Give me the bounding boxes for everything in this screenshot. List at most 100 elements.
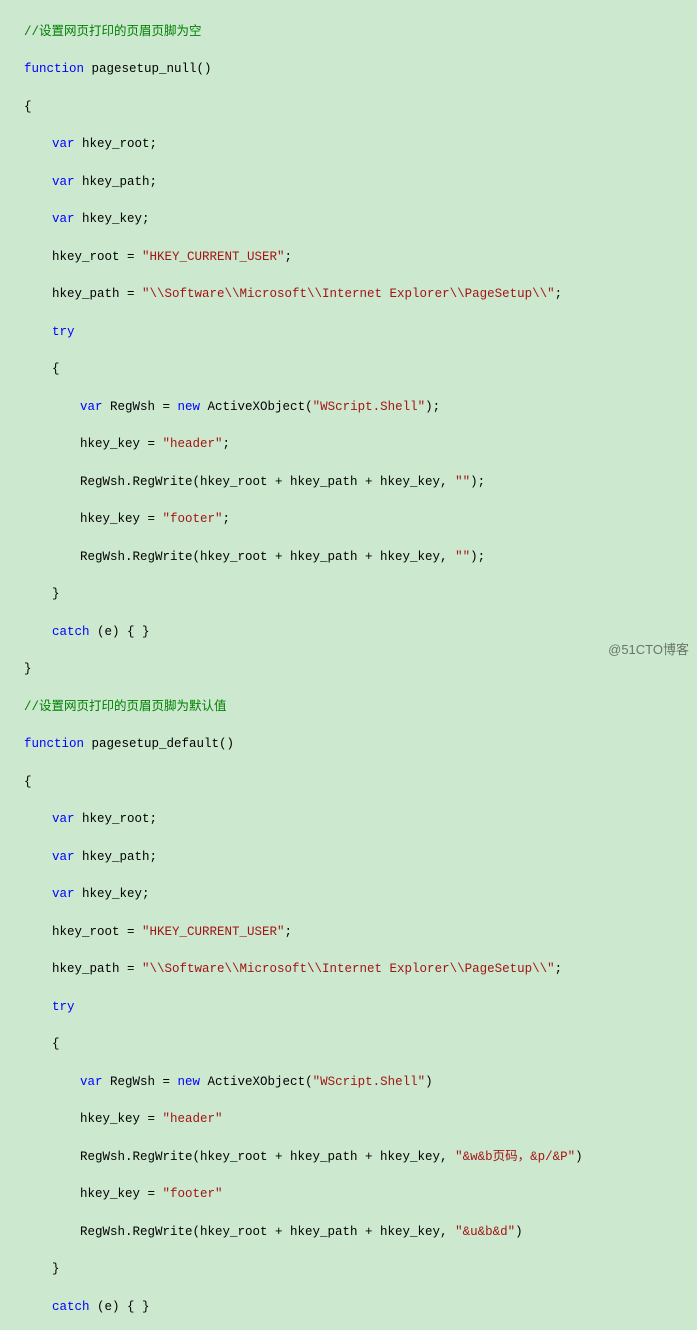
var-name: hkey_root; xyxy=(75,137,158,151)
code-line: //设置网页打印的页眉页脚为空 xyxy=(0,23,697,42)
code-line: function pagesetup_default() xyxy=(0,735,697,754)
keyword-var: var xyxy=(52,137,75,151)
assign-lhs: hkey_key = xyxy=(80,1112,163,1126)
string-literal: "footer" xyxy=(163,1187,223,1201)
method-call: RegWsh.RegWrite(hkey_root + hkey_path + … xyxy=(80,1150,455,1164)
call-close: ); xyxy=(470,475,485,489)
code-line: //设置网页打印的页眉页脚为默认值 xyxy=(0,698,697,717)
assign-lhs: hkey_key = xyxy=(80,512,163,526)
semicolon: ; xyxy=(223,437,231,451)
keyword-try: try xyxy=(52,325,75,339)
keyword-var: var xyxy=(52,212,75,226)
brace-open: { xyxy=(52,362,60,376)
code-line: try xyxy=(0,323,697,342)
code-line: hkey_key = "header"; xyxy=(0,435,697,454)
call-close: ) xyxy=(515,1225,523,1239)
code-line: hkey_path = "\\Software\\Microsoft\\Inte… xyxy=(0,960,697,979)
call-close: ); xyxy=(425,400,440,414)
catch-body: (e) { } xyxy=(90,625,150,639)
code-line: catch (e) { } xyxy=(0,1298,697,1317)
code-line: { xyxy=(0,360,697,379)
string-literal: "" xyxy=(455,475,470,489)
comment: //设置网页打印的页眉页脚为默认值 xyxy=(24,700,227,714)
semicolon: ; xyxy=(555,962,563,976)
var-name: hkey_path; xyxy=(75,175,158,189)
keyword-var: var xyxy=(52,175,75,189)
code-line: { xyxy=(0,98,697,117)
semicolon: ; xyxy=(285,925,293,939)
code-line: RegWsh.RegWrite(hkey_root + hkey_path + … xyxy=(0,1148,697,1167)
code-line: { xyxy=(0,1035,697,1054)
code-line: hkey_key = "footer" xyxy=(0,1185,697,1204)
string-literal: "header" xyxy=(163,1112,223,1126)
code-line: hkey_root = "HKEY_CURRENT_USER"; xyxy=(0,923,697,942)
string-literal: "\\Software\\Microsoft\\Internet Explore… xyxy=(142,287,555,301)
code-line: var hkey_path; xyxy=(0,173,697,192)
string-literal: "\\Software\\Microsoft\\Internet Explore… xyxy=(142,962,555,976)
assign-lhs: RegWsh = xyxy=(103,1075,178,1089)
keyword-new: new xyxy=(178,400,201,414)
string-literal: "footer" xyxy=(163,512,223,526)
method-call: RegWsh.RegWrite(hkey_root + hkey_path + … xyxy=(80,550,455,564)
keyword-catch: catch xyxy=(52,1300,90,1314)
assign-lhs: RegWsh = xyxy=(103,400,178,414)
code-line: } xyxy=(0,585,697,604)
keyword-var: var xyxy=(80,1075,103,1089)
code-line: hkey_key = "footer"; xyxy=(0,510,697,529)
code-line: } xyxy=(0,660,697,679)
keyword-try: try xyxy=(52,1000,75,1014)
code-line: var hkey_root; xyxy=(0,810,697,829)
code-line: var RegWsh = new ActiveXObject("WScript.… xyxy=(0,1073,697,1092)
brace-open: { xyxy=(24,775,32,789)
string-literal: "&w&b页码，&p/&P" xyxy=(455,1150,575,1164)
code-block: //设置网页打印的页眉页脚为空 function pagesetup_null(… xyxy=(0,0,697,1330)
keyword-function: function xyxy=(24,62,84,76)
catch-body: (e) { } xyxy=(90,1300,150,1314)
code-line: RegWsh.RegWrite(hkey_root + hkey_path + … xyxy=(0,1223,697,1242)
string-literal: "WScript.Shell" xyxy=(313,1075,426,1089)
semicolon: ; xyxy=(555,287,563,301)
comment: //设置网页打印的页眉页脚为空 xyxy=(24,25,202,39)
string-literal: "" xyxy=(455,550,470,564)
code-line: hkey_root = "HKEY_CURRENT_USER"; xyxy=(0,248,697,267)
brace-close: } xyxy=(52,1262,60,1276)
var-name: hkey_path; xyxy=(75,850,158,864)
call-close: ) xyxy=(575,1150,583,1164)
ctor-call: ActiveXObject( xyxy=(200,400,313,414)
code-line: hkey_path = "\\Software\\Microsoft\\Inte… xyxy=(0,285,697,304)
fn-name: pagesetup_null() xyxy=(84,62,212,76)
keyword-new: new xyxy=(178,1075,201,1089)
assign-lhs: hkey_key = xyxy=(80,437,163,451)
code-line: RegWsh.RegWrite(hkey_root + hkey_path + … xyxy=(0,473,697,492)
ctor-call: ActiveXObject( xyxy=(200,1075,313,1089)
assign-lhs: hkey_path = xyxy=(52,287,142,301)
string-literal: "HKEY_CURRENT_USER" xyxy=(142,925,285,939)
semicolon: ; xyxy=(223,512,231,526)
code-line: var hkey_key; xyxy=(0,885,697,904)
keyword-var: var xyxy=(52,850,75,864)
keyword-function: function xyxy=(24,737,84,751)
code-line: var RegWsh = new ActiveXObject("WScript.… xyxy=(0,398,697,417)
string-literal: "WScript.Shell" xyxy=(313,400,426,414)
assign-lhs: hkey_key = xyxy=(80,1187,163,1201)
brace-close: } xyxy=(24,662,32,676)
var-name: hkey_root; xyxy=(75,812,158,826)
assign-lhs: hkey_root = xyxy=(52,250,142,264)
var-name: hkey_key; xyxy=(75,212,150,226)
code-line: function pagesetup_null() xyxy=(0,60,697,79)
code-line: } xyxy=(0,1260,697,1279)
call-close: ); xyxy=(470,550,485,564)
method-call: RegWsh.RegWrite(hkey_root + hkey_path + … xyxy=(80,475,455,489)
code-line: var hkey_path; xyxy=(0,848,697,867)
brace-open: { xyxy=(24,100,32,114)
keyword-var: var xyxy=(52,887,75,901)
code-line: catch (e) { } xyxy=(0,623,697,642)
keyword-catch: catch xyxy=(52,625,90,639)
string-literal: "HKEY_CURRENT_USER" xyxy=(142,250,285,264)
code-line: { xyxy=(0,773,697,792)
brace-open: { xyxy=(52,1037,60,1051)
code-line: RegWsh.RegWrite(hkey_root + hkey_path + … xyxy=(0,548,697,567)
keyword-var: var xyxy=(52,812,75,826)
assign-lhs: hkey_path = xyxy=(52,962,142,976)
code-line: try xyxy=(0,998,697,1017)
